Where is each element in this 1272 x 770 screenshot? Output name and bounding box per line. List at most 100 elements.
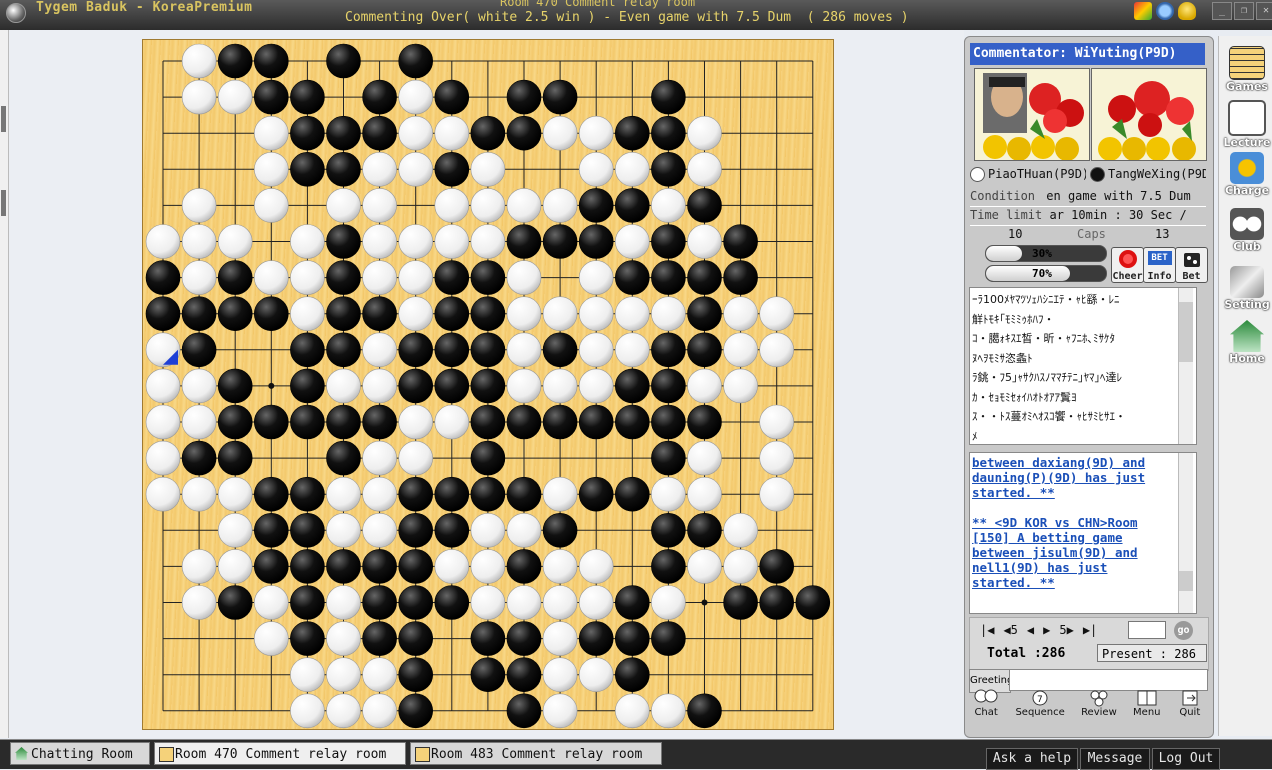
system-message-scroll-thumb[interactable]: [1179, 571, 1193, 591]
black-stone: [217, 296, 253, 332]
game-status-line: Commenting Over( white 2.5 win ) - Even …: [345, 10, 909, 25]
magnifier-icon[interactable]: [1156, 2, 1174, 20]
white-stone: [506, 296, 542, 332]
go-button[interactable]: go: [1174, 621, 1193, 640]
system-message-scrollbar[interactable]: [1178, 453, 1193, 613]
white-stone: [217, 512, 253, 548]
white-stone: [145, 404, 181, 440]
chat-button[interactable]: Chat: [973, 689, 999, 729]
cheer-button[interactable]: Cheer: [1111, 247, 1144, 283]
white-stone: [759, 404, 795, 440]
go-board[interactable]: [142, 39, 834, 730]
black-stone: [326, 115, 361, 151]
white-stone: [542, 296, 578, 332]
white-stone: [542, 188, 578, 223]
black-stone: [542, 332, 578, 368]
log-out-button[interactable]: Log Out: [1152, 748, 1220, 770]
comment-chat-line: ﾒ: [972, 429, 978, 443]
forward-5-button[interactable]: 5▶: [1059, 623, 1073, 637]
black-stone: [578, 224, 614, 259]
last-move-button[interactable]: ▶|: [1083, 623, 1097, 637]
white-stone: [362, 512, 397, 548]
black-stone: [362, 296, 397, 332]
review-button[interactable]: Review: [1081, 689, 1117, 729]
black-stone: [651, 621, 686, 656]
wrench-icon: [1230, 266, 1264, 298]
black-stone: [181, 332, 217, 368]
black-stone: [434, 152, 470, 187]
white-prediction-pct: 30%: [1032, 247, 1052, 260]
white-stone: [470, 152, 506, 187]
black-stone: [470, 332, 506, 368]
message-button[interactable]: Message: [1080, 748, 1150, 770]
close-button[interactable]: ✕: [1256, 2, 1272, 20]
next-move-button[interactable]: ▶: [1043, 623, 1050, 637]
condition-label: Condition: [970, 189, 1036, 203]
minimize-button[interactable]: _: [1212, 2, 1232, 20]
black-stone: [506, 404, 542, 440]
white-stone: [578, 657, 614, 693]
white-stone: [542, 693, 578, 729]
quit-icon: [1182, 690, 1198, 706]
restore-button[interactable]: ❐: [1234, 2, 1254, 20]
star-point: [701, 599, 708, 606]
brush-icon[interactable]: [1134, 2, 1152, 20]
lightbulb-icon[interactable]: [1178, 2, 1196, 20]
total-moves: Total :286: [987, 646, 1066, 661]
sidebar-item-club[interactable]: Club: [1225, 208, 1269, 258]
black-stone: [434, 296, 470, 332]
sidebar-item-games[interactable]: Games: [1225, 46, 1269, 96]
white-stone: [290, 224, 325, 259]
tv-icon: [1228, 100, 1266, 136]
black-stone: [290, 621, 325, 656]
comment-chat-scroll-thumb[interactable]: [1179, 302, 1193, 362]
comment-chat-scrollbar[interactable]: [1178, 288, 1193, 444]
white-stone: [398, 152, 434, 187]
quit-button[interactable]: Quit: [1177, 689, 1203, 729]
black-stone: [470, 296, 506, 332]
black-stone: [506, 693, 542, 729]
black-stone: [614, 585, 650, 620]
sidebar-item-setting[interactable]: Setting: [1224, 266, 1270, 316]
white-stone: [687, 224, 722, 259]
go-board-svg[interactable]: [143, 40, 833, 729]
black-stone: [398, 368, 434, 404]
bet-badge: BET: [1147, 251, 1172, 265]
white-stone: [614, 296, 650, 332]
ask-help-button[interactable]: Ask a help: [986, 748, 1078, 770]
menu-button[interactable]: Menu: [1133, 689, 1161, 729]
comment-chat-box[interactable]: ｰﾗ100ﾒﾔﾏﾂｿｪﾊｼﾆｴﾃ・ｬﾋ繇・ﾚﾆ 觧ﾄﾓｷ｢ﾓﾐﾐｩﾎﾊﾌ・ ｺ・臈ｫ…: [969, 287, 1197, 445]
black-stone: [687, 260, 722, 295]
taskbar: Chatting Room Room 470 Comment relay roo…: [0, 739, 1272, 770]
black-stone: [362, 404, 397, 440]
white-stone: [723, 512, 758, 548]
tab-chatting-room[interactable]: Chatting Room: [10, 742, 150, 765]
black-stone: [434, 79, 470, 115]
white-player[interactable]: PiaoTHuan(P9D): [970, 165, 1086, 183]
back-5-button[interactable]: ◀5: [1003, 623, 1017, 637]
tab-room-470[interactable]: Room 470 Comment relay room: [154, 742, 406, 765]
sidebar-item-home[interactable]: Home: [1225, 320, 1269, 370]
move-number-input[interactable]: [1128, 621, 1166, 639]
sidebar-item-charge[interactable]: Charge: [1225, 152, 1269, 202]
black-stone: [506, 115, 542, 151]
black-stone: [290, 512, 325, 548]
greeting-input[interactable]: [1009, 669, 1208, 691]
first-move-button[interactable]: |◀: [980, 623, 994, 637]
app-logo-icon: [6, 3, 26, 23]
sidebar-item-lecture[interactable]: Lecture: [1224, 100, 1270, 150]
white-stone: [326, 368, 361, 404]
black-stone: [470, 260, 506, 295]
review-icon: [1090, 690, 1108, 707]
system-message-box[interactable]: between daxiang(9D) and dauning(P)(9D) h…: [969, 452, 1197, 614]
white-stone: [651, 188, 686, 223]
info-button[interactable]: BET Info: [1143, 247, 1176, 283]
black-stone: [651, 224, 686, 259]
bet-button[interactable]: Bet: [1175, 247, 1208, 283]
prev-move-button[interactable]: ◀: [1027, 623, 1034, 637]
white-stone: [362, 332, 397, 368]
sequence-button[interactable]: 7 Sequence: [1015, 689, 1065, 729]
black-stone-icon: [1090, 166, 1105, 182]
black-player[interactable]: TangWeXing(P9D): [1090, 165, 1206, 183]
tab-room-483[interactable]: Room 483 Comment relay room: [410, 742, 662, 765]
